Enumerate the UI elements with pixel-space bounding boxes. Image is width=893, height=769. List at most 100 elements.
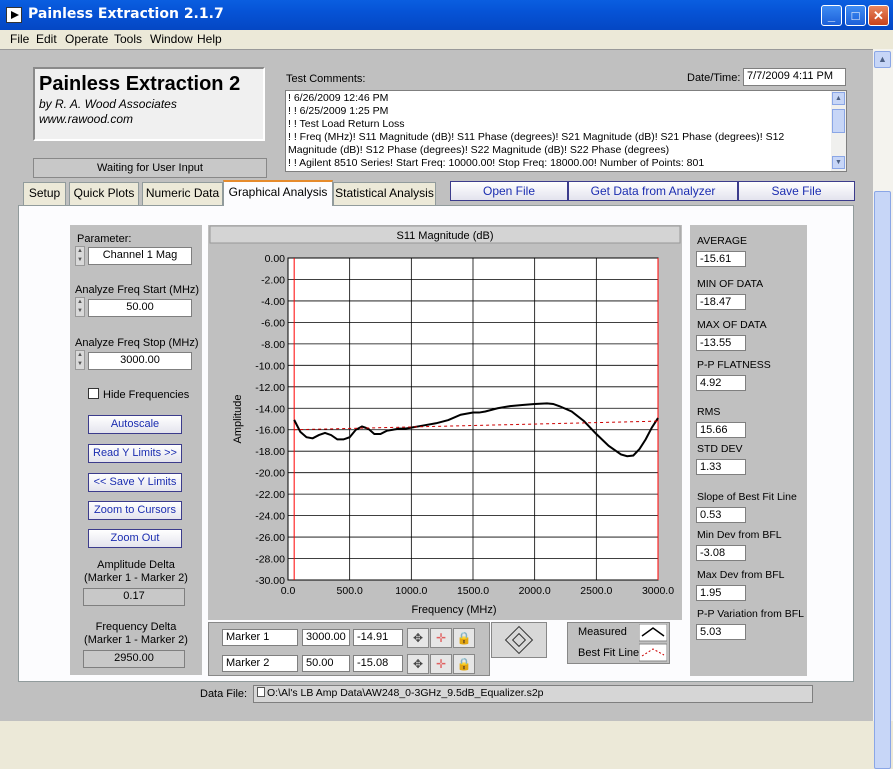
marker-1-freq[interactable]: 3000.00 (302, 629, 350, 646)
move-cursor-icon[interactable]: ✥ (407, 628, 429, 648)
max-dev-label: Max Dev from BFL (697, 569, 785, 581)
menu-bar: File Edit Operate Tools Window Help (0, 30, 893, 49)
tab-numeric-data[interactable]: Numeric Data (142, 182, 223, 205)
logo-author: by R. A. Wood Associates (39, 97, 177, 111)
lock-icon[interactable]: 🔒 (453, 628, 475, 648)
comment-line: ! 6/26/2009 12:46 PM (288, 92, 389, 104)
zoom-out-button[interactable]: Zoom Out (88, 529, 182, 548)
comment-line: ! ! Freq (MHz)! S11 Magnitude (dB)! S11 … (288, 131, 788, 156)
chevron-up-icon[interactable]: ▲ (832, 92, 845, 105)
parameter-spinner[interactable]: ▲ ▼ (75, 246, 85, 266)
logo-url: www.rawood.com (39, 112, 134, 126)
data-file-path-text: O:\Al's LB Amp Data\AW248_0-3GHz_9.5dB_E… (267, 687, 544, 699)
comments-scroll-thumb[interactable] (832, 109, 845, 133)
frequency-delta-sublabel: (Marker 1 - Marker 2) (84, 634, 188, 646)
freq-stop-input[interactable]: 3000.00 (88, 352, 192, 370)
x-tick-label: 2000.0 (519, 585, 551, 597)
amplitude-delta-label: Amplitude Delta (97, 559, 175, 571)
tab-quick-plots[interactable]: Quick Plots (69, 182, 139, 205)
maximize-button[interactable]: □ (845, 5, 866, 26)
menu-file[interactable]: File (10, 32, 29, 46)
x-axis-label: Frequency (MHz) (412, 604, 497, 616)
freq-start-label: Analyze Freq Start (MHz) (75, 284, 200, 296)
menu-edit[interactable]: Edit (36, 32, 57, 46)
open-file-button[interactable]: Open File (450, 181, 568, 201)
comments-scrollbar[interactable]: ▲ ▼ (831, 91, 846, 171)
menu-operate[interactable]: Operate (65, 32, 108, 46)
data-file-path: O:\Al's LB Amp Data\AW248_0-3GHz_9.5dB_E… (253, 685, 813, 703)
crosshair-icon[interactable]: ✛ (430, 654, 452, 674)
average-label: AVERAGE (697, 235, 747, 247)
min-dev-value: -3.08 (696, 545, 746, 561)
parameter-select[interactable]: Channel 1 Mag (88, 247, 192, 265)
menu-window[interactable]: Window (150, 32, 193, 46)
move-cursor-icon[interactable]: ✥ (407, 654, 429, 674)
y-tick-label: -4.00 (261, 296, 285, 308)
y-tick-label: -26.00 (255, 532, 285, 544)
pp-flatness-value: 4.92 (696, 375, 746, 391)
frequency-delta-value: 2950.00 (83, 650, 185, 668)
scroll-thumb[interactable] (874, 191, 891, 769)
freq-stop-spinner[interactable]: ▲ ▼ (75, 350, 85, 370)
get-data-button[interactable]: Get Data from Analyzer (568, 181, 738, 201)
tab-graphical-analysis[interactable]: Graphical Analysis (223, 180, 333, 206)
y-tick-label: -10.00 (255, 360, 285, 372)
y-tick-label: 0.00 (265, 253, 286, 265)
y-tick-label: -6.00 (261, 317, 285, 329)
menu-tools[interactable]: Tools (114, 32, 142, 46)
std-dev-value: 1.33 (696, 459, 746, 475)
pan-control-icon[interactable] (491, 622, 547, 658)
pp-variation-value: 5.03 (696, 624, 746, 640)
max-dev-value: 1.95 (696, 585, 746, 601)
autoscale-button[interactable]: Autoscale (88, 415, 182, 434)
zoom-to-cursors-button[interactable]: Zoom to Cursors (88, 501, 182, 520)
marker-2-freq[interactable]: 50.00 (302, 655, 350, 672)
app-icon (6, 7, 22, 23)
save-file-button[interactable]: Save File (738, 181, 855, 201)
y-tick-label: -24.00 (255, 511, 285, 523)
file-icon (257, 687, 265, 697)
menu-help[interactable]: Help (197, 32, 222, 46)
y-tick-label: -12.00 (255, 382, 285, 394)
parameter-label: Parameter: (77, 233, 132, 245)
comment-line: ! ! Test Load Return Loss (288, 118, 405, 130)
comments-textarea[interactable]: ! 6/26/2009 12:46 PM ! ! 6/25/2009 1:25 … (285, 90, 847, 172)
status-indicator: Waiting for User Input (33, 158, 267, 178)
tab-statistical-analysis[interactable]: Statistical Analysis (333, 182, 436, 205)
logo-title: Painless Extraction 2 (39, 73, 241, 95)
freq-start-input[interactable]: 50.00 (88, 299, 192, 317)
tab-setup[interactable]: Setup (23, 182, 66, 205)
hide-frequencies-label: Hide Frequencies (103, 389, 190, 401)
lock-icon[interactable]: 🔒 (453, 654, 475, 674)
freq-stop-label: Analyze Freq Stop (MHz) (75, 337, 199, 349)
x-tick-label: 1500.0 (457, 585, 489, 597)
close-button[interactable]: ✕ (868, 5, 889, 26)
frequency-delta-label: Frequency Delta (95, 621, 177, 633)
save-y-limits-button[interactable]: << Save Y Limits (88, 473, 182, 492)
x-tick-label: 500.0 (337, 585, 363, 597)
chevron-down-icon[interactable]: ▼ (832, 156, 845, 169)
marker-1-name: Marker 1 (222, 629, 298, 646)
freq-start-spinner[interactable]: ▲ ▼ (75, 297, 85, 317)
vertical-scrollbar[interactable]: ▲ (873, 49, 893, 769)
slope-label: Slope of Best Fit Line (697, 491, 797, 503)
scroll-up-icon[interactable]: ▲ (874, 51, 891, 68)
y-axis-label: Amplitude (232, 395, 244, 444)
y-tick-label: -16.00 (255, 425, 285, 437)
x-tick-label: 0.0 (281, 585, 296, 597)
y-tick-label: -20.00 (255, 468, 285, 480)
x-tick-label: 3000.0 (642, 585, 674, 597)
legend-bfl-label: Best Fit Line (578, 647, 640, 659)
data-file-label: Data File: (200, 688, 248, 700)
title-bar: Painless Extraction 2.1.7 _ □ ✕ (0, 0, 893, 30)
hide-frequencies-checkbox[interactable] (88, 388, 99, 399)
marker-1-value: -14.91 (353, 629, 403, 646)
legend-measured-label: Measured (578, 626, 627, 638)
marker-2-value: -15.08 (353, 655, 403, 672)
x-tick-label: 2500.0 (580, 585, 612, 597)
marker-2-name: Marker 2 (222, 655, 298, 672)
chart-title: S11 Magnitude (dB) (396, 230, 493, 242)
minimize-button[interactable]: _ (821, 5, 842, 26)
read-y-limits-button[interactable]: Read Y Limits >> (88, 444, 182, 463)
crosshair-icon[interactable]: ✛ (430, 628, 452, 648)
